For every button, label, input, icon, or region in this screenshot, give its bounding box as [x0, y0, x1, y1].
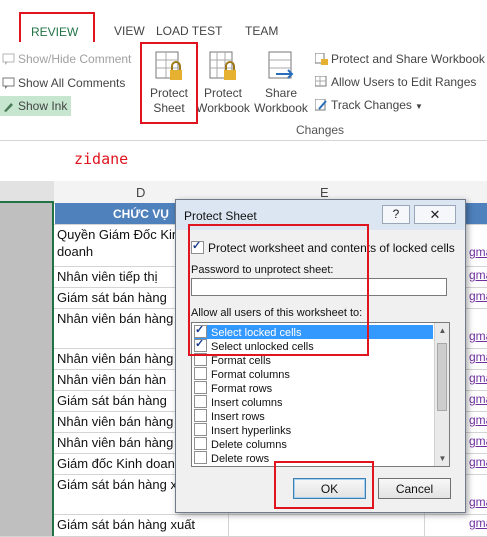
- permission-item[interactable]: Insert columns: [194, 395, 433, 409]
- comment-icon: [2, 53, 15, 65]
- email-link[interactable]: gma: [469, 516, 487, 530]
- permission-label: Format cells: [211, 355, 271, 367]
- scroll-down-icon[interactable]: ▼: [435, 451, 449, 466]
- cell-a[interactable]: [0, 308, 54, 348]
- cell-a[interactable]: [0, 266, 54, 287]
- permission-label: Format rows: [211, 383, 273, 395]
- checkbox-icon[interactable]: [194, 437, 207, 450]
- email-link[interactable]: gma: [469, 392, 487, 406]
- permission-label: Delete rows: [211, 453, 270, 465]
- email-link[interactable]: gma: [469, 268, 487, 282]
- cell-chuc-vu[interactable]: Giám sát bán hàng xuất: [55, 514, 225, 536]
- checkbox-icon[interactable]: [194, 381, 207, 394]
- cell-e[interactable]: [228, 514, 424, 536]
- cell-a[interactable]: [0, 453, 54, 474]
- cell-a[interactable]: [0, 287, 54, 308]
- changes-group-label: Changes: [296, 123, 345, 137]
- email-link[interactable]: gma: [469, 495, 487, 509]
- cell-a[interactable]: [0, 411, 54, 432]
- chevron-down-icon: ▼: [414, 102, 423, 111]
- cell-a[interactable]: [0, 390, 54, 411]
- show-all-comments-label: Show All Comments: [18, 76, 126, 90]
- ink-pen-icon: [2, 100, 15, 112]
- cell-a[interactable]: [0, 474, 54, 514]
- email-link[interactable]: gma: [469, 413, 487, 427]
- protect-workbook-button[interactable]: Protect Workbook: [196, 50, 250, 116]
- cancel-button[interactable]: Cancel: [378, 478, 451, 499]
- track-changes-icon: [314, 98, 328, 111]
- track-changes-button[interactable]: Track Changes ▼: [314, 98, 423, 112]
- protect-workbook-label-1: Protect: [203, 86, 242, 100]
- column-header-d[interactable]: D: [136, 185, 145, 200]
- column-header-a[interactable]: [0, 181, 54, 203]
- cell-a[interactable]: [0, 224, 54, 266]
- tab-review-label: REVIEW: [31, 25, 79, 39]
- checkbox-icon[interactable]: [194, 451, 207, 464]
- scroll-thumb[interactable]: [437, 343, 447, 411]
- email-link[interactable]: gma: [469, 434, 487, 448]
- tab-load-test[interactable]: LOAD TEST: [156, 24, 222, 38]
- close-button[interactable]: ✕: [414, 205, 456, 224]
- cell-a[interactable]: [0, 369, 54, 390]
- protect-workbook-icon: [209, 51, 236, 80]
- allow-users-edit-ranges-button[interactable]: Allow Users to Edit Ranges: [314, 75, 477, 89]
- dialog-title: Protect Sheet: [184, 209, 257, 223]
- permission-item[interactable]: Delete columns: [194, 437, 433, 451]
- email-link[interactable]: gma: [469, 289, 487, 303]
- permission-label: Insert columns: [211, 397, 283, 409]
- protect-sheet-highlight: [140, 42, 198, 124]
- tab-view[interactable]: VIEW: [114, 24, 145, 38]
- tab-team[interactable]: TEAM: [245, 24, 278, 38]
- column-header-e[interactable]: E: [320, 185, 329, 200]
- permissions-scrollbar[interactable]: ▲ ▼: [434, 323, 449, 466]
- protect-share-icon: [314, 52, 328, 65]
- permission-item[interactable]: Insert rows: [194, 409, 433, 423]
- email-link[interactable]: gma: [469, 329, 487, 343]
- cell-a[interactable]: [0, 514, 54, 536]
- ok-highlight: [274, 461, 374, 509]
- allow-users-label: Allow Users to Edit Ranges: [331, 75, 477, 89]
- show-hide-comment-button[interactable]: Show/Hide Comment: [2, 52, 131, 66]
- cell-f[interactable]: gma: [424, 514, 487, 536]
- cell-a[interactable]: [0, 432, 54, 453]
- ribbon-body: Show/Hide Comment Show All Comments Show…: [0, 42, 487, 141]
- allow-users-icon: [314, 75, 328, 88]
- permission-item[interactable]: Format rows: [194, 381, 433, 395]
- share-workbook-icon: [268, 51, 294, 79]
- permission-label: Insert hyperlinks: [211, 425, 292, 437]
- share-workbook-label-1: Share: [264, 86, 298, 100]
- show-all-comments-button[interactable]: Show All Comments: [2, 76, 125, 90]
- cell-a[interactable]: [0, 348, 54, 369]
- show-ink-label: Show Ink: [18, 99, 68, 113]
- checkbox-icon[interactable]: [194, 395, 207, 408]
- checkbox-icon[interactable]: [194, 423, 207, 436]
- permissions-highlight: [188, 224, 369, 356]
- checkbox-icon[interactable]: [194, 367, 207, 380]
- permission-label: Insert rows: [211, 411, 265, 423]
- email-link[interactable]: gma: [469, 455, 487, 469]
- email-link[interactable]: gma: [469, 350, 487, 364]
- protect-share-label: Protect and Share Workbook: [331, 52, 485, 66]
- permission-item[interactable]: Insert hyperlinks: [194, 423, 433, 437]
- show-hide-comment-label: Show/Hide Comment: [18, 52, 132, 66]
- scroll-up-icon[interactable]: ▲: [435, 323, 449, 338]
- email-link[interactable]: gma: [469, 371, 487, 385]
- show-ink-button[interactable]: Show Ink: [0, 96, 72, 116]
- cell-a[interactable]: [0, 203, 54, 224]
- share-workbook-label-2: Workbook: [254, 101, 308, 115]
- email-link[interactable]: gma: [469, 245, 487, 259]
- protect-share-workbook-button[interactable]: Protect and Share Workbook: [314, 52, 485, 66]
- track-changes-label: Track Changes: [331, 98, 412, 112]
- help-button[interactable]: ?: [382, 205, 410, 224]
- permission-label: Delete columns: [211, 439, 287, 451]
- checkbox-icon[interactable]: [194, 409, 207, 422]
- comments-icon: [2, 77, 15, 89]
- protect-workbook-label-2: Workbook: [196, 101, 250, 115]
- permission-label: Format columns: [211, 369, 290, 381]
- annotation-text: zidane: [74, 150, 129, 168]
- permission-item[interactable]: Format columns: [194, 367, 433, 381]
- share-workbook-button[interactable]: Share Workbook: [253, 50, 309, 116]
